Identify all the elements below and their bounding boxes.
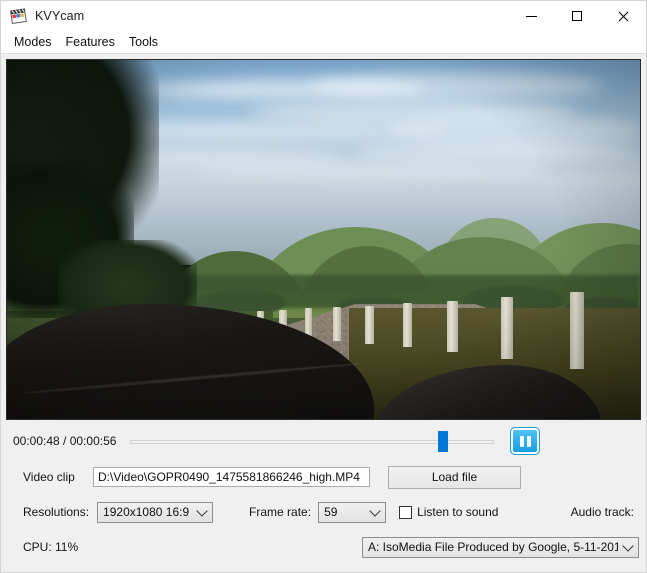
video-clip-label: Video clip	[23, 470, 75, 484]
cpu-usage-label: CPU: 11%	[23, 540, 79, 554]
clapperboard-icon	[10, 7, 27, 25]
fence-post	[364, 305, 374, 344]
fence-post	[446, 300, 458, 353]
titlebar: KVYcam	[1, 1, 646, 31]
fence-post	[332, 306, 342, 341]
video-frame	[7, 60, 640, 419]
menu-item-modes[interactable]: Modes	[7, 33, 59, 51]
window-title: KVYcam	[35, 9, 85, 23]
audio-track-dropdown[interactable]: A: IsoMedia File Produced by Google, 5-1…	[362, 536, 639, 558]
load-file-button[interactable]: Load file	[388, 465, 521, 489]
resolutions-label: Resolutions:	[23, 505, 90, 519]
video-clip-path-input[interactable]	[93, 467, 370, 487]
frame-rate-label: Frame rate:	[249, 505, 312, 519]
checkbox-box[interactable]	[399, 505, 413, 519]
listen-to-sound-checkbox[interactable]: Listen to sound	[399, 505, 498, 519]
audio-track-label: Audio track:	[570, 505, 634, 519]
close-icon	[617, 10, 629, 22]
kvycam-window: KVYcam Modes Features Tools 00:00:48 / 0…	[0, 0, 647, 573]
chevron-down-icon	[622, 540, 634, 552]
pause-button[interactable]	[510, 427, 540, 455]
resolutions-dropdown[interactable]: 1920x1080 16:9	[97, 501, 214, 523]
status-row: CPU: 11% A: IsoMedia File Produced by Go…	[1, 530, 646, 564]
seek-thumb[interactable]	[438, 431, 449, 452]
menu-item-features[interactable]: Features	[59, 33, 122, 51]
window-controls	[508, 1, 646, 31]
listen-to-sound-label: Listen to sound	[417, 505, 499, 519]
settings-row: Resolutions: 1920x1080 16:9 Frame rate: …	[1, 494, 646, 530]
video-preview[interactable]	[6, 59, 641, 420]
frame-rate-dropdown[interactable]: 59	[318, 501, 387, 523]
seek-slider[interactable]	[130, 430, 494, 452]
menubar: Modes Features Tools	[1, 31, 646, 54]
close-button[interactable]	[600, 1, 646, 31]
fence-post	[500, 296, 513, 360]
menu-item-tools[interactable]: Tools	[122, 33, 165, 51]
maximize-button[interactable]	[554, 1, 600, 31]
audio-track-value: A: IsoMedia File Produced by Google, 5-1…	[368, 540, 618, 554]
pause-icon	[519, 435, 524, 447]
fence-post	[570, 291, 585, 369]
chevron-down-icon	[196, 505, 208, 517]
video-clip-row: Video clip Load file	[1, 460, 646, 494]
minimize-icon	[525, 15, 537, 17]
maximize-icon	[572, 11, 582, 21]
frame-rate-value: 59	[324, 505, 338, 519]
transport-controls: 00:00:48 / 00:00:56	[1, 422, 646, 460]
chevron-down-icon	[369, 505, 381, 517]
fence-post	[402, 303, 413, 348]
resolutions-value: 1920x1080 16:9	[103, 505, 190, 519]
time-display: 00:00:48 / 00:00:56	[13, 434, 117, 448]
minimize-button[interactable]	[508, 1, 554, 31]
